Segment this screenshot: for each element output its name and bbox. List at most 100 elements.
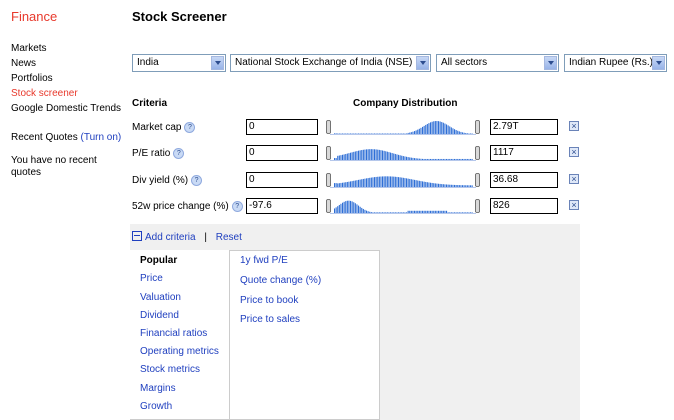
histogram-bar [343, 201, 345, 213]
histogram-bar [364, 149, 366, 160]
option-price-to-book[interactable]: Price to book [240, 295, 298, 306]
option-quote-change[interactable]: Quote change (%) [240, 275, 321, 286]
histogram-bar [399, 177, 401, 187]
histogram-bar [433, 121, 435, 134]
tab-valuation[interactable]: Valuation [140, 292, 181, 303]
histogram-bar [334, 208, 336, 213]
histogram-bar [402, 156, 404, 160]
finance-logo-link[interactable]: Finance [11, 9, 57, 24]
histogram-bar [438, 210, 440, 213]
reset-link[interactable]: Reset [216, 232, 242, 243]
histogram-bar [354, 180, 356, 187]
remove-criteria-icon[interactable]: × [569, 200, 579, 210]
histogram-bar [426, 158, 428, 160]
nav-domestic-trends[interactable]: Google Domestic Trends [11, 103, 121, 114]
histogram-bar [382, 133, 384, 134]
histogram-bar [455, 130, 457, 134]
tab-financial-ratios[interactable]: Financial ratios [140, 328, 207, 339]
div-yield-min-input[interactable]: 0 [246, 172, 318, 188]
52w-change-min-input[interactable]: -97.6 [246, 198, 318, 214]
criteria-label-text: P/E ratio [132, 148, 171, 160]
help-icon[interactable]: ? [173, 148, 185, 159]
histogram-bar [335, 158, 337, 160]
nav-markets[interactable]: Markets [11, 43, 47, 54]
histogram-bar [409, 178, 411, 187]
recent-quotes-label: Recent Quotes [11, 132, 78, 143]
histogram-bar [404, 212, 406, 213]
range-max-handle[interactable] [475, 199, 480, 213]
div-yield-histogram[interactable] [326, 172, 480, 188]
histogram-bar [372, 212, 374, 213]
histogram-bar [457, 185, 459, 187]
turn-on-link[interactable]: (Turn on) [81, 132, 122, 143]
histogram-bar [353, 202, 355, 213]
market-cap-histogram[interactable] [326, 119, 480, 135]
histogram-bar [463, 185, 465, 187]
range-max-handle[interactable] [475, 120, 480, 134]
histogram-bar [391, 133, 393, 134]
histogram-bar [460, 131, 462, 134]
currency-select[interactable]: Indian Rupee (Rs.) [564, 54, 667, 72]
pe-ratio-min-input[interactable]: 0 [246, 145, 318, 161]
histogram-bar [377, 176, 379, 187]
histogram-bar [455, 158, 457, 160]
histogram-bar [463, 158, 465, 160]
remove-criteria-icon[interactable]: × [569, 174, 579, 184]
market-cap-max-input[interactable]: 2.79T [490, 119, 558, 135]
tab-popular[interactable]: Popular [140, 255, 177, 266]
market-cap-min-input[interactable]: 0 [246, 119, 318, 135]
histogram-bar [420, 158, 422, 160]
tab-price[interactable]: Price [140, 273, 163, 284]
range-min-handle[interactable] [326, 199, 331, 213]
help-icon[interactable]: ? [184, 122, 196, 133]
exchange-select[interactable]: National Stock Exchange of India (NSE) [230, 54, 431, 72]
histogram-bar [462, 158, 464, 160]
histogram-bar [422, 158, 424, 160]
histogram-bar [399, 133, 401, 134]
add-criteria-label: Add criteria [145, 232, 196, 243]
histogram-bar [334, 183, 336, 187]
histogram-bar [340, 203, 342, 213]
remove-criteria-icon[interactable]: × [569, 121, 579, 131]
histogram-bar [449, 212, 451, 213]
range-min-handle[interactable] [326, 173, 331, 187]
nav-portfolios[interactable]: Portfolios [11, 73, 53, 84]
add-criteria-link[interactable]: Add criteria [132, 231, 196, 243]
tab-margins[interactable]: Margins [140, 383, 176, 394]
histogram-bar [441, 122, 443, 134]
pe-ratio-max-input[interactable]: 1117 [490, 145, 558, 161]
option-1y-fwd-pe[interactable]: 1y fwd P/E [240, 255, 288, 266]
range-min-handle[interactable] [326, 120, 331, 134]
histogram-bar [374, 177, 376, 187]
range-min-handle[interactable] [326, 146, 331, 160]
range-max-handle[interactable] [475, 173, 480, 187]
tab-stock-metrics[interactable]: Stock metrics [140, 364, 200, 375]
histogram-bar [463, 212, 465, 213]
tab-growth[interactable]: Growth [140, 401, 172, 412]
pe-ratio-histogram[interactable] [326, 145, 480, 161]
histogram-bar [431, 210, 433, 213]
option-price-to-sales[interactable]: Price to sales [240, 314, 300, 325]
nav-stock-screener[interactable]: Stock screener [11, 88, 78, 99]
52w-change-max-input[interactable]: 826 [490, 198, 558, 214]
sector-select[interactable]: All sectors [436, 54, 559, 72]
range-max-handle[interactable] [475, 146, 480, 160]
help-icon[interactable]: ? [191, 175, 203, 186]
histogram-bar [404, 156, 406, 160]
histogram-bar [417, 180, 419, 187]
div-yield-max-input[interactable]: 36.68 [490, 172, 558, 188]
tab-dividend[interactable]: Dividend [140, 310, 179, 321]
country-select[interactable]: India [132, 54, 226, 72]
tab-operating-metrics[interactable]: Operating metrics [140, 346, 219, 357]
histogram-bar [334, 133, 336, 134]
help-icon[interactable]: ? [231, 201, 243, 212]
nav-news[interactable]: News [11, 58, 36, 69]
remove-criteria-icon[interactable]: × [569, 147, 579, 157]
52w-change-histogram[interactable] [326, 198, 480, 214]
histogram-bar [441, 158, 443, 160]
histogram-bar [422, 210, 424, 213]
histogram-bar [410, 179, 412, 187]
histogram-bar [407, 210, 409, 213]
histogram-bar [466, 133, 468, 134]
histogram-bar [444, 184, 446, 187]
